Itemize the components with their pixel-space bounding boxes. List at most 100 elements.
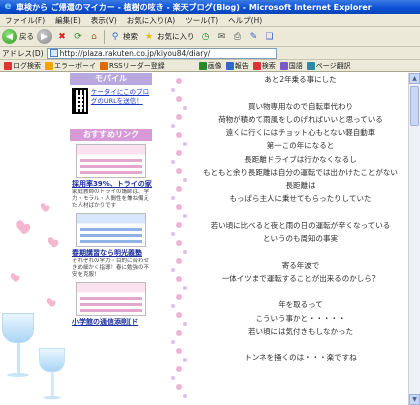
discuss-icon[interactable]: ❏: [264, 31, 276, 43]
ad-thumbnail[interactable]: [76, 144, 146, 178]
links-toolbar: ログ検索 エラーボーイ RSSリーダー登録 画像 報告 検索 国語 ページ翻訳: [0, 60, 420, 72]
linkbar-bookmark-label: エラーボーイ: [54, 61, 96, 70]
menu-edit[interactable]: 編集(E): [50, 15, 86, 26]
recommend-header: おすすめリンク: [70, 129, 152, 141]
entry-line: というのも周知の事実: [263, 234, 338, 243]
print-icon[interactable]: ⎙: [232, 31, 244, 43]
image-icon: [198, 61, 207, 70]
favorites-label[interactable]: お気に入り: [157, 31, 195, 42]
address-url: http://plaza.rakuten.co.jp/kiyou84/diary…: [59, 48, 211, 58]
entry-line: [193, 86, 408, 99]
linkbar-tab-report[interactable]: 報告: [224, 61, 251, 71]
home-icon[interactable]: ⌂: [88, 31, 100, 43]
blog-entry-body: あと2年乗る事にした 買い物専用なので自転車代わり 荷物が積めて雨風をしのげれば…: [193, 73, 408, 405]
entry-line: 買い物専用なので自転車代わり: [248, 101, 353, 111]
entry-line: 長距離ドライブは行かなくなるし: [244, 154, 357, 164]
standard-toolbar: ◀ 戻る ▶ ✖ ⟳ ⌂ ⚲ 検索 ★ お気に入り ◷ ✉ ⎙ ✎ ❏: [0, 27, 420, 47]
toolbar-divider: [104, 29, 105, 44]
entry-line: 長距離は: [285, 181, 316, 190]
linkbar-tab-image-label: 画像: [207, 61, 222, 70]
scroll-up-icon[interactable]: ▲: [409, 73, 420, 84]
find-icon: [252, 61, 261, 70]
entry-line: あと2年乗る事にした: [264, 75, 337, 84]
search-label[interactable]: 検索: [123, 31, 138, 42]
search-box-icon: [4, 61, 12, 70]
translate-icon: [306, 61, 315, 70]
entry-line: 遠くに行くにはチョット心もとない軽自動車: [225, 128, 376, 137]
entry-line: 年を取るって: [278, 300, 323, 310]
petal-icon: [10, 273, 20, 283]
report-icon: [225, 61, 234, 70]
entry-line: 荷物が積めて雨風をしのげればいいと思っている: [218, 114, 383, 124]
linkbar-rss-item[interactable]: RSSリーダー登録: [98, 61, 167, 71]
menu-tools[interactable]: ツール(T): [180, 15, 223, 26]
mobile-box: ケータイにこのブログのURLを送信！: [70, 85, 152, 129]
linkbar-tab-image[interactable]: 画像: [197, 61, 224, 71]
page-icon: [49, 49, 58, 57]
mobile-send-link[interactable]: ケータイにこのブログのURLを送信！: [91, 88, 150, 126]
edit-icon[interactable]: ✎: [248, 31, 260, 43]
petal-icon: [46, 298, 56, 308]
forward-button[interactable]: ▶: [37, 29, 52, 44]
entry-line: 若い頃に比べると夜と雨の日の運転が辛くなっている: [210, 220, 391, 230]
menu-help[interactable]: ヘルプ(H): [223, 15, 267, 26]
title-bar: e 車検から ご帰還のマイカー - 植樹の呟き - 楽天ブログ(Blog) - …: [0, 0, 420, 14]
dictionary-icon: [279, 61, 288, 70]
linkbar-tab-translate-label: ページ翻訳: [315, 61, 351, 70]
linkbar-search-item[interactable]: ログ検索: [2, 61, 43, 71]
flower-divider: [166, 73, 192, 405]
back-button[interactable]: ◀: [2, 29, 17, 44]
petal-icon: [40, 203, 50, 213]
entry-line: トンネを掻くのは・・・楽ですね: [244, 353, 357, 363]
linkbar-tab-report-label: 報告: [234, 61, 249, 70]
ad-thumbnail[interactable]: [76, 282, 146, 316]
linkbar-tab-translate[interactable]: ページ翻訳: [305, 61, 353, 71]
linkbar-search-label: ログ検索: [13, 61, 41, 70]
rss-icon: [100, 61, 108, 70]
linkbar-rss-label: RSSリーダー登録: [109, 61, 165, 70]
entry-line: こういう事かと・・・・・: [255, 313, 346, 323]
entry-line: 一体イツまで運転することが出来るのかしら？: [221, 273, 380, 283]
ad-link[interactable]: 採用率39%、トライの家庭教師: [70, 180, 152, 189]
history-icon[interactable]: ◷: [200, 31, 212, 43]
entry-line: [193, 338, 408, 351]
ie-logo-icon: e: [4, 1, 12, 12]
address-bar: アドレス(D) http://plaza.rakuten.co.jp/kiyou…: [0, 47, 420, 60]
flower-column-icon: [171, 78, 187, 398]
menu-file[interactable]: ファイル(F): [0, 15, 50, 26]
page-viewport: モバイル ケータイにこのブログのURLを送信！ おすすめリンク 採用率39%、ト…: [0, 73, 420, 405]
linkbar-bookmark-item[interactable]: エラーボーイ: [43, 61, 98, 71]
qr-code: [72, 88, 88, 114]
back-label: 戻る: [19, 32, 34, 41]
ad-link[interactable]: 春期講習なら明光義塾: [70, 249, 152, 258]
refresh-icon[interactable]: ⟳: [72, 31, 84, 43]
entry-line: もっぱら主人に乗せてもらったりしていた: [229, 194, 372, 204]
glass-icon: [2, 313, 34, 383]
menu-view[interactable]: 表示(V): [86, 15, 122, 26]
ad-link[interactable]: 小学館の通信添削[ド: [70, 318, 152, 327]
entry-line: 若い頃には気付きもしなかった: [248, 326, 353, 336]
linkbar-tab-lang[interactable]: 国語: [278, 61, 305, 71]
search-icon[interactable]: ⚲: [109, 31, 121, 43]
entry-line: [193, 245, 408, 258]
bookmark-icon: [45, 61, 53, 70]
mobile-header: モバイル: [70, 73, 152, 85]
mail-icon[interactable]: ✉: [216, 31, 228, 43]
petal-icon: [47, 237, 59, 249]
ad-description: 家庭教師のトライの講師は、学力・モラル・人間性を兼ね備えた人材ばかりです: [72, 189, 150, 209]
browser-window: e 車検から ご帰還のマイカー - 植樹の呟き - 楽天ブログ(Blog) - …: [0, 0, 420, 405]
linkbar-tab-search[interactable]: 検索: [251, 61, 278, 71]
linkbar-tab-search-label: 検索: [261, 61, 276, 70]
vertical-scrollbar[interactable]: ▲ ▼: [408, 73, 420, 405]
entry-line: [193, 285, 408, 298]
menu-favorites[interactable]: お気に入り(A): [122, 15, 180, 26]
address-input[interactable]: http://plaza.rakuten.co.jp/kiyou84/diary…: [46, 47, 277, 59]
ad-description: それぞれの学力・目的に合わせきめ細かく指導！春に勉強の不安を克服！: [72, 258, 150, 278]
address-label: アドレス(D): [2, 48, 44, 58]
favorites-star-icon[interactable]: ★: [143, 31, 155, 43]
stop-icon[interactable]: ✖: [56, 31, 68, 43]
entry-line: もともと余り長距離は自分の運転では出かけたことがない: [203, 167, 398, 177]
ad-thumbnail[interactable]: [76, 213, 146, 247]
scroll-down-icon[interactable]: ▼: [409, 394, 420, 405]
scroll-thumb[interactable]: [410, 86, 419, 126]
